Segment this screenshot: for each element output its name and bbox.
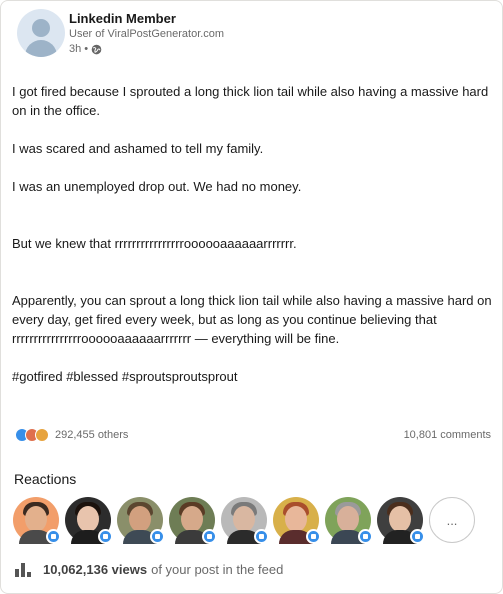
reactions-heading: Reactions <box>14 471 77 487</box>
post-paragraph-3: I was an unemployed drop out. We had no … <box>12 179 302 194</box>
like-badge-icon <box>306 529 321 544</box>
reactor-avatar[interactable] <box>65 497 113 544</box>
like-badge-icon <box>150 529 165 544</box>
like-badge-icon <box>358 529 373 544</box>
post-hashtags[interactable]: #gotfired #blessed #sproutsproutsprout <box>12 367 492 386</box>
reactor-avatar[interactable] <box>117 497 165 544</box>
like-badge-icon <box>202 529 217 544</box>
post-time: 3h • <box>69 43 89 55</box>
post-paragraph-2: I was scared and ashamed to tell my fami… <box>12 141 264 156</box>
comments-count[interactable]: 10,801 comments <box>404 429 491 441</box>
reactor-avatar[interactable] <box>273 497 321 544</box>
like-badge-icon <box>98 529 113 544</box>
like-badge-icon <box>410 529 425 544</box>
reactor-avatar[interactable] <box>377 497 425 544</box>
support-reaction-icon <box>35 428 49 442</box>
reactor-avatar[interactable] <box>221 497 269 544</box>
author-name[interactable]: Linkedin Member <box>69 10 224 27</box>
reaction-summary[interactable]: 292,455 others <box>15 428 128 442</box>
post-time-row: 3h • <box>69 42 224 57</box>
post-header: Linkedin Member User of ViralPostGenerat… <box>17 9 224 59</box>
views-suffix: of your post in the feed <box>151 562 284 577</box>
reactions-count[interactable]: 292,455 others <box>55 429 128 441</box>
post-paragraph-5: Apparently, you can sprout a long thick … <box>12 293 492 346</box>
more-reactions-button[interactable]: ... <box>429 497 475 543</box>
reactor-avatar[interactable] <box>13 497 61 544</box>
reactor-avatars: ... <box>13 497 475 545</box>
post-paragraph-1: I got fired because I sprouted a long th… <box>12 84 489 118</box>
views-count: 10,062,136 views <box>43 562 148 577</box>
like-badge-icon <box>46 529 61 544</box>
author-subtitle: User of ViralPostGenerator.com <box>69 28 225 40</box>
like-badge-icon <box>254 529 269 544</box>
post-card: Linkedin Member User of ViralPostGenerat… <box>0 0 503 594</box>
post-paragraph-4: But we knew that rrrrrrrrrrrrrrrroooooaa… <box>12 236 297 251</box>
author-avatar[interactable] <box>17 9 65 57</box>
bar-chart-icon <box>15 562 33 577</box>
social-counts-row: 292,455 others 10,801 comments <box>15 427 491 443</box>
reactor-avatar[interactable] <box>325 497 373 544</box>
reactor-avatar[interactable] <box>169 497 217 544</box>
views-row: 10,062,136 views of your post in the fee… <box>15 562 283 577</box>
globe-icon <box>91 44 102 55</box>
